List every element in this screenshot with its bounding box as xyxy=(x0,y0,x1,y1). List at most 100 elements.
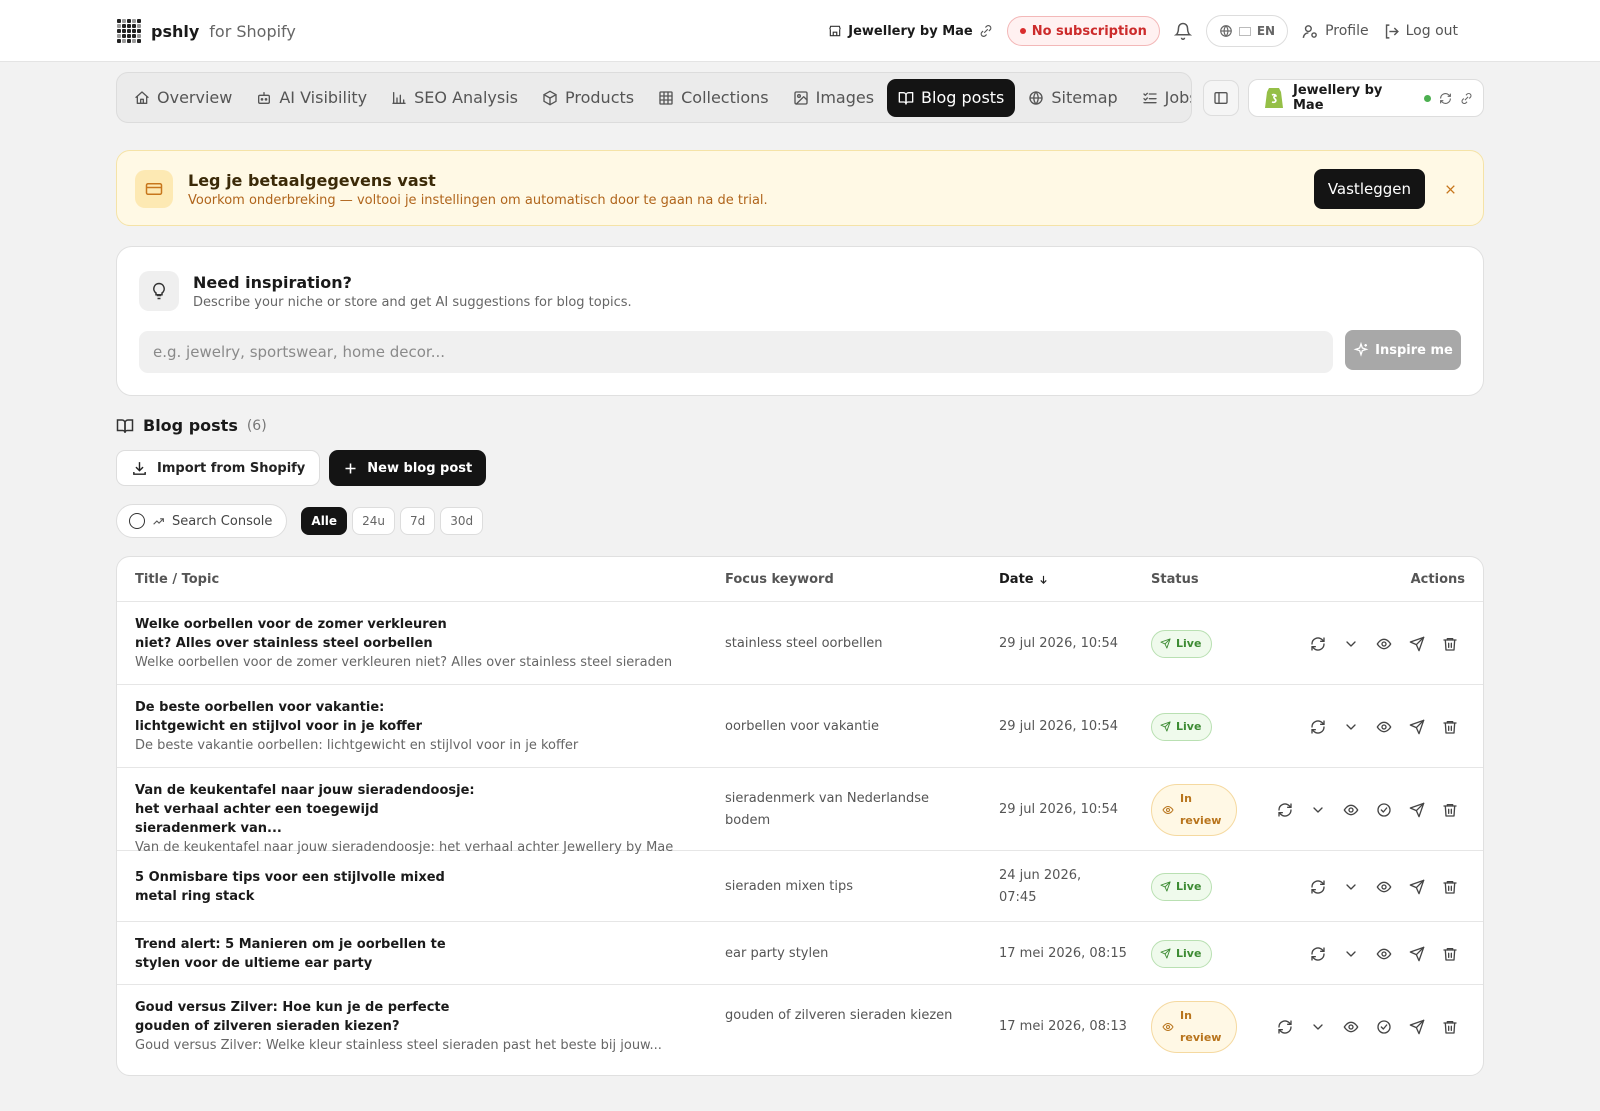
tab-blog-posts[interactable]: Blog posts xyxy=(887,78,1016,117)
niche-input[interactable] xyxy=(139,331,1333,373)
sidebar-icon xyxy=(1213,90,1229,106)
preview-button[interactable] xyxy=(1373,876,1395,898)
regenerate-button[interactable] xyxy=(1307,716,1329,738)
language-switcher[interactable]: EN xyxy=(1205,15,1289,47)
preview-button[interactable] xyxy=(1373,716,1395,738)
table-row[interactable]: 5 Onmisbare tips voor een stijlvolle mix… xyxy=(117,851,1483,922)
preview-button[interactable] xyxy=(1340,799,1362,821)
regenerate-button[interactable] xyxy=(1307,633,1329,655)
table-row[interactable]: De beste oorbellen voor vakantie: lichtg… xyxy=(117,685,1483,768)
delete-button[interactable] xyxy=(1439,943,1461,965)
more-options-button[interactable] xyxy=(1340,943,1362,965)
table-row[interactable]: Van de keukentafel naar jouw sieradendoo… xyxy=(117,768,1483,855)
store-switcher[interactable]: Jewellery by Mae xyxy=(828,24,992,39)
table-row[interactable]: Trend alert: 5 Manieren om je oorbellen … xyxy=(117,922,1483,985)
refresh-icon xyxy=(1277,1019,1293,1035)
user-icon xyxy=(1302,23,1319,40)
range-30d[interactable]: 30d xyxy=(440,507,484,535)
col-date-label: Date xyxy=(999,572,1034,587)
unlink-icon[interactable] xyxy=(979,24,993,38)
preview-button[interactable] xyxy=(1373,633,1395,655)
eye-icon xyxy=(1376,719,1392,735)
post-title-cell[interactable]: Goud versus Zilver: Hoe kun je de perfec… xyxy=(135,998,695,1055)
range-24u[interactable]: 24u xyxy=(352,507,395,535)
post-date: 29 jul 2026, 10:54 xyxy=(999,635,1119,651)
more-options-button[interactable] xyxy=(1340,633,1362,655)
post-date: 17 mei 2026, 08:15 xyxy=(999,945,1127,961)
bar-chart-icon xyxy=(391,90,407,106)
unlink-icon[interactable] xyxy=(1460,92,1473,105)
tab-images[interactable]: Images xyxy=(782,79,885,117)
publish-button[interactable] xyxy=(1406,943,1428,965)
import-label: Import from Shopify xyxy=(157,460,306,476)
brand[interactable]: pshly for Shopify xyxy=(117,19,296,43)
import-from-shopify-button[interactable]: Import from Shopify xyxy=(116,450,321,486)
publish-button[interactable] xyxy=(1406,799,1428,821)
publish-button[interactable] xyxy=(1406,876,1428,898)
store-connection-pill[interactable]: Jewellery by Mae xyxy=(1248,79,1484,117)
preview-button[interactable] xyxy=(1373,943,1395,965)
search-console-toggle[interactable]: Search Console xyxy=(116,504,288,538)
logout-icon xyxy=(1383,23,1400,40)
post-title-cell[interactable]: 5 Onmisbare tips voor een stijlvolle mix… xyxy=(135,868,695,906)
panel-toggle-button[interactable] xyxy=(1203,80,1239,116)
send-icon xyxy=(1409,946,1425,962)
inspire-me-button[interactable]: Inspire me xyxy=(1345,330,1461,370)
regenerate-button[interactable] xyxy=(1307,943,1329,965)
publish-button[interactable] xyxy=(1406,1016,1428,1038)
col-keyword[interactable]: Focus keyword xyxy=(725,572,834,587)
delete-button[interactable] xyxy=(1439,876,1461,898)
table-row[interactable]: Welke oorbellen voor de zomer verkleuren… xyxy=(117,602,1483,685)
more-options-button[interactable] xyxy=(1340,876,1362,898)
range-alle[interactable]: Alle xyxy=(301,507,348,535)
more-options-button[interactable] xyxy=(1340,716,1362,738)
tab-products[interactable]: Products xyxy=(531,79,645,117)
tab-jobs[interactable]: Jobs xyxy=(1131,79,1191,117)
tab-label: SEO Analysis xyxy=(414,88,519,107)
regenerate-button[interactable] xyxy=(1307,876,1329,898)
preview-button[interactable] xyxy=(1340,1016,1362,1038)
tab-sitemap[interactable]: Sitemap xyxy=(1017,79,1128,117)
delete-button[interactable] xyxy=(1439,799,1461,821)
post-title-cell[interactable]: De beste oorbellen voor vakantie: lichtg… xyxy=(135,698,695,755)
post-title-cell[interactable]: Trend alert: 5 Manieren om je oorbellen … xyxy=(135,935,695,973)
close-icon[interactable] xyxy=(1441,180,1459,198)
trash-icon xyxy=(1442,946,1458,962)
bell-icon[interactable] xyxy=(1173,22,1192,40)
tab-collections[interactable]: Collections xyxy=(647,79,779,117)
approve-button[interactable] xyxy=(1373,799,1395,821)
publish-button[interactable] xyxy=(1406,633,1428,655)
download-icon xyxy=(131,460,148,477)
refresh-icon[interactable] xyxy=(1439,92,1452,105)
col-title[interactable]: Title / Topic xyxy=(135,572,219,587)
logout-link[interactable]: Log out xyxy=(1383,23,1458,40)
post-title: Goud versus Zilver: Hoe kun je de perfec… xyxy=(135,1000,450,1034)
tab-overview[interactable]: Overview xyxy=(123,79,243,117)
grid-icon xyxy=(658,90,674,106)
post-title-cell[interactable]: Welke oorbellen voor de zomer verkleuren… xyxy=(135,615,695,672)
post-subtitle: Welke oorbellen voor de zomer verkleuren… xyxy=(135,655,673,670)
post-title-cell[interactable]: Van de keukentafel naar jouw sieradendoo… xyxy=(135,781,695,857)
regenerate-button[interactable] xyxy=(1274,1016,1296,1038)
approve-button[interactable] xyxy=(1373,1016,1395,1038)
more-options-button[interactable] xyxy=(1307,1016,1329,1038)
filter-row: Search Console Alle 24u 7d 30d xyxy=(116,504,484,538)
delete-button[interactable] xyxy=(1439,716,1461,738)
eye-icon xyxy=(1376,879,1392,895)
eye-icon xyxy=(1376,636,1392,652)
delete-button[interactable] xyxy=(1439,1016,1461,1038)
col-status[interactable]: Status xyxy=(1151,572,1199,587)
delete-button[interactable] xyxy=(1439,633,1461,655)
table-row[interactable]: Goud versus Zilver: Hoe kun je de perfec… xyxy=(117,985,1483,1068)
save-billing-button[interactable]: Vastleggen xyxy=(1313,169,1425,209)
tab-ai-visibility[interactable]: AI Visibility xyxy=(245,79,378,117)
new-blog-post-button[interactable]: New blog post xyxy=(329,450,487,486)
subscription-badge[interactable]: No subscription xyxy=(1006,16,1160,46)
profile-link[interactable]: Profile xyxy=(1302,23,1369,40)
regenerate-button[interactable] xyxy=(1274,799,1296,821)
publish-button[interactable] xyxy=(1406,716,1428,738)
range-7d[interactable]: 7d xyxy=(399,507,436,535)
tab-seo-analysis[interactable]: SEO Analysis xyxy=(380,79,529,117)
more-options-button[interactable] xyxy=(1307,799,1329,821)
col-date[interactable]: Date xyxy=(999,572,1049,587)
